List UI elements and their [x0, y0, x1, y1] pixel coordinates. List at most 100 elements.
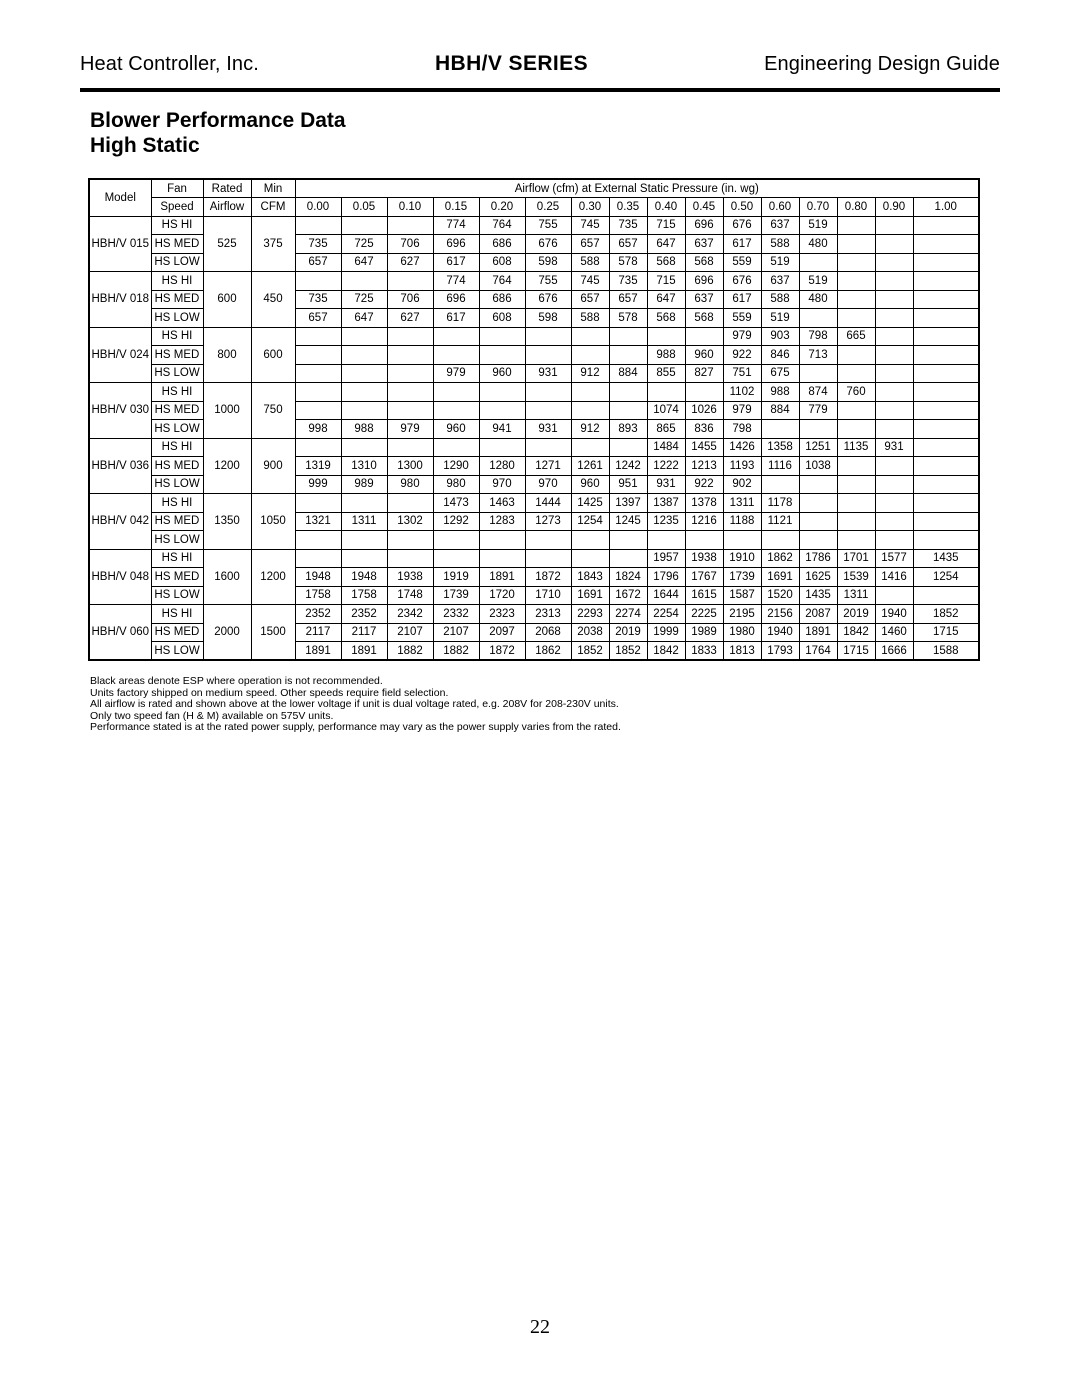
cell-airflow-value: 865 — [646, 419, 686, 439]
cell-airflow-value: 999 — [294, 474, 342, 494]
cell-airflow-value: 2254 — [646, 604, 686, 624]
cell-airflow-value: 1786 — [798, 548, 838, 568]
cell-airflow-value: 1872 — [524, 567, 572, 587]
cell-blocked — [836, 511, 876, 531]
col-header-rated: Rated — [202, 178, 252, 198]
cell-model: HBH/V 030 — [88, 382, 152, 439]
cell-blocked — [478, 382, 526, 402]
cell-fan-speed: HS LOW — [150, 585, 204, 605]
cell-airflow-value: 2019 — [836, 604, 876, 624]
cell-model: HBH/V 018 — [88, 271, 152, 328]
cell-airflow-value: 1758 — [294, 585, 342, 605]
cell-airflow-value: 608 — [478, 252, 526, 272]
cell-airflow-value: 578 — [608, 308, 648, 328]
cell-airflow-value: 1872 — [478, 641, 526, 661]
header-series: HBH/V SERIES — [434, 52, 588, 75]
cell-airflow-value: 1245 — [608, 511, 648, 531]
header-divider — [80, 88, 1000, 92]
cell-blocked — [432, 326, 480, 346]
cell-blocked — [478, 548, 526, 568]
cell-airflow-value: 1300 — [386, 456, 434, 476]
cell-airflow-value: 2195 — [722, 604, 762, 624]
cell-airflow-value: 696 — [432, 289, 480, 309]
cell-airflow-value: 1577 — [874, 548, 914, 568]
cell-blocked — [386, 493, 434, 513]
table-body: HBH/V 015 HS HI 525 375 774 764 755 745 735 715 69… — [88, 215, 980, 661]
cell-min-cfm: 450 — [250, 271, 296, 328]
cell-airflow-value: 1135 — [836, 437, 876, 457]
cell-fan-speed: HS HI — [150, 326, 204, 346]
cell-airflow-value: 1455 — [684, 437, 724, 457]
cell-airflow-value: 1425 — [570, 493, 610, 513]
cell-airflow-value: 1280 — [478, 456, 526, 476]
cell-airflow-value: 931 — [646, 474, 686, 494]
cell-airflow-value: 979 — [386, 419, 434, 439]
cell-airflow-value: 1940 — [760, 622, 800, 642]
cell-blocked — [912, 437, 980, 457]
cell-fan-speed: HS MED — [150, 234, 204, 254]
cell-airflow-value: 970 — [478, 474, 526, 494]
cell-fan-speed: HS HI — [150, 382, 204, 402]
cell-blocked — [912, 326, 980, 346]
cell-airflow-value: 1833 — [684, 641, 724, 661]
cell-airflow-value: 1891 — [294, 641, 342, 661]
cell-airflow-value: 1188 — [722, 511, 762, 531]
cell-blocked — [386, 382, 434, 402]
cell-airflow-value: 676 — [722, 215, 762, 235]
cell-airflow-value: 1292 — [432, 511, 480, 531]
cell-blocked — [836, 530, 876, 550]
cell-airflow-value: 1426 — [722, 437, 762, 457]
cell-airflow-value: 519 — [798, 271, 838, 291]
cell-blocked — [912, 530, 980, 550]
cell-airflow-value: 988 — [340, 419, 388, 439]
cell-airflow-value: 1882 — [432, 641, 480, 661]
cell-blocked — [608, 345, 648, 365]
cell-airflow-value: 1824 — [608, 567, 648, 587]
cell-airflow-value: 1767 — [684, 567, 724, 587]
cell-airflow-value: 1290 — [432, 456, 480, 476]
cell-airflow-value: 1842 — [836, 622, 876, 642]
cell-airflow-value: 1254 — [570, 511, 610, 531]
cell-airflow-value: 1321 — [294, 511, 342, 531]
cell-blocked — [874, 215, 914, 235]
cell-airflow-value: 637 — [684, 289, 724, 309]
cell-blocked — [386, 363, 434, 383]
cell-model: HBH/V 015 — [88, 215, 152, 272]
cell-blocked — [432, 345, 480, 365]
cell-airflow-value: 735 — [608, 271, 648, 291]
cell-blocked — [340, 530, 388, 550]
cell-airflow-value: 1891 — [340, 641, 388, 661]
cell-blocked — [836, 474, 876, 494]
cell-airflow-value: 1216 — [684, 511, 724, 531]
cell-airflow-value: 627 — [386, 252, 434, 272]
cell-blocked — [524, 437, 572, 457]
cell-airflow-value: 588 — [570, 252, 610, 272]
cell-airflow-value: 725 — [340, 234, 388, 254]
cell-airflow-value: 2097 — [478, 622, 526, 642]
cell-blocked — [874, 419, 914, 439]
cell-airflow-value: 1948 — [294, 567, 342, 587]
cell-airflow-value: 1644 — [646, 585, 686, 605]
table-row: HBH/V 042 HS HI 1350 1050 1473 1463 1444 1425 13… — [88, 493, 980, 550]
cell-airflow-value: 1615 — [684, 585, 724, 605]
cell-airflow-value: 647 — [646, 234, 686, 254]
cell-blocked — [760, 474, 800, 494]
cell-blocked — [874, 585, 914, 605]
cell-blocked — [340, 437, 388, 457]
cell-blocked — [836, 271, 876, 291]
cell-rated-airflow: 800 — [202, 326, 252, 383]
cell-airflow-value: 1074 — [646, 400, 686, 420]
cell-blocked — [570, 530, 610, 550]
cell-airflow-value: 676 — [524, 289, 572, 309]
page-title-line2: High Static — [90, 134, 200, 157]
cell-airflow-value: 912 — [570, 363, 610, 383]
cell-blocked — [608, 326, 648, 346]
cell-airflow-value: 2117 — [294, 622, 342, 642]
cell-model: HBH/V 042 — [88, 493, 152, 550]
table-row: HBH/V 048 HS HI 1600 1200 1957 1938 1910 1862 17… — [88, 548, 980, 605]
col-header-model: Model — [88, 178, 152, 217]
cell-blocked — [912, 234, 980, 254]
cell-airflow-value: 735 — [294, 289, 342, 309]
cell-blocked — [874, 382, 914, 402]
table-row: HBH/V 036 HS HI 1200 900 1484 1455 1426 1358 125… — [88, 437, 980, 494]
